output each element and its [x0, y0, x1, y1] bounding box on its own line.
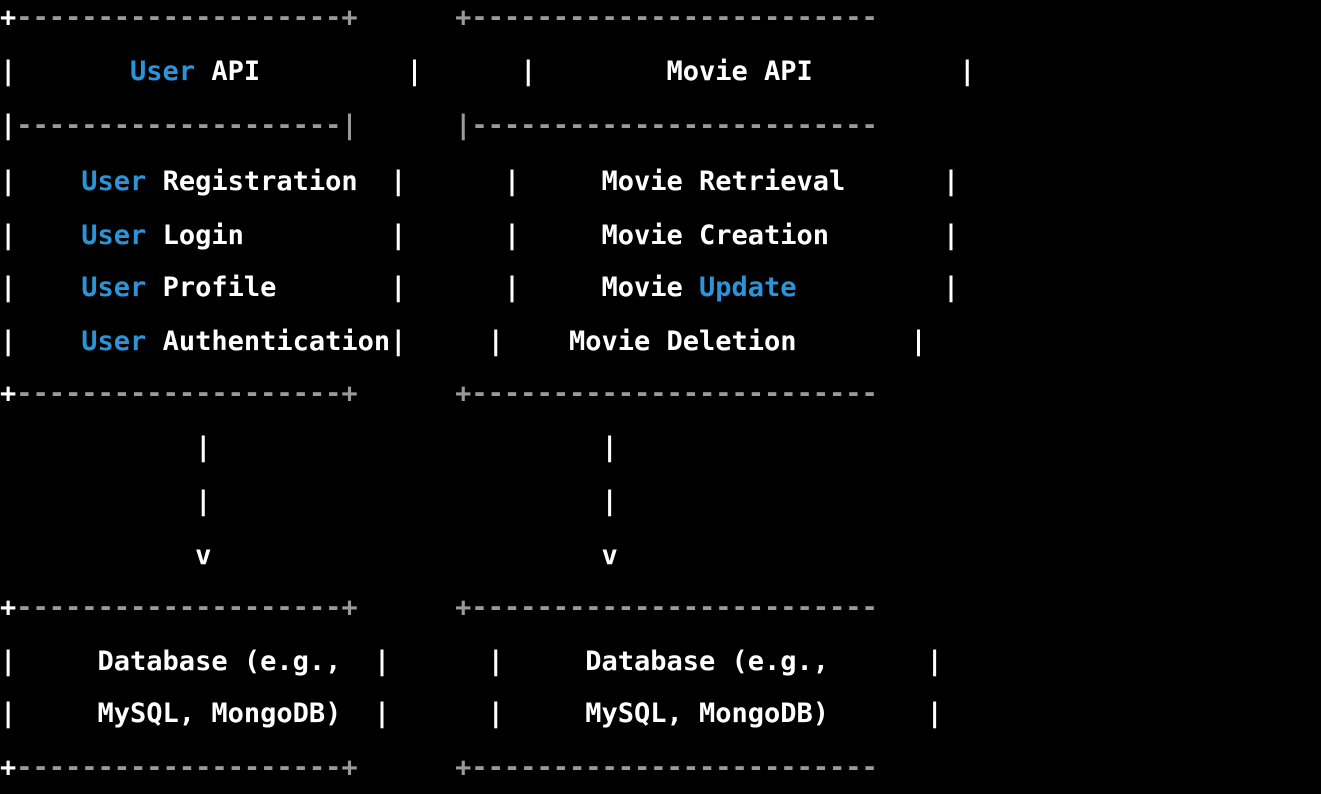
diagram-text-segment: User [81, 326, 147, 357]
diagram-text-segment: User [81, 220, 147, 251]
diagram-text-segment: --------------------+ +-----------------… [16, 592, 878, 623]
diagram-text-segment: --------------------+ +-----------------… [16, 2, 878, 33]
database-label-row-2: | MySQL, MongoDB) | | MySQL, MongoDB) | [0, 688, 943, 740]
feature-row-profile-update: | User Profile | | Movie Update | [0, 262, 959, 314]
diagram-text-segment: Update [699, 272, 797, 303]
diagram-text-segment: User [81, 272, 147, 303]
diagram-text-segment: + [0, 592, 17, 623]
diagram-text-segment: User [81, 166, 147, 197]
database-box-top-border: +--------------------+ +----------------… [0, 582, 878, 634]
api-title-separator: |--------------------| |----------------… [0, 100, 878, 152]
user-api-box-top-border: +--------------------+ +----------------… [0, 0, 878, 44]
diagram-text-segment: | [0, 326, 82, 357]
diagram-text-segment: | Database (e.g., | | Database (e.g., | [0, 646, 943, 677]
diagram-text-segment: | | [0, 486, 618, 517]
database-box-bottom-border: +--------------------+ +----------------… [0, 742, 878, 794]
diagram-text-segment: Registration | | Movie Retrieval | [146, 166, 960, 197]
feature-row-login-creation: | User Login | | Movie Creation | [0, 210, 959, 262]
diagram-text-segment: Profile | | Movie [146, 272, 699, 303]
diagram-text-segment: + [0, 378, 17, 409]
diagram-text-segment: | [0, 166, 82, 197]
diagram-text-segment: | MySQL, MongoDB) | | MySQL, MongoDB) | [0, 698, 943, 729]
database-label-row-1: | Database (e.g., | | Database (e.g., | [0, 636, 943, 688]
diagram-text-segment: --------------------+ +-----------------… [16, 752, 878, 783]
api-title-row: | User API | | Movie API | [0, 46, 975, 98]
diagram-text-segment: + [0, 2, 17, 33]
diagram-text-segment: + [0, 752, 17, 783]
diagram-text-segment: | [0, 272, 82, 303]
diagram-text-segment: --------------------+ +-----------------… [16, 378, 878, 409]
ascii-architecture-diagram: +--------------------+ +----------------… [0, 0, 1321, 783]
diagram-text-segment: | | [0, 432, 618, 463]
feature-row-authentication-deletion: | User Authentication| | Movie Deletion … [0, 316, 927, 368]
diagram-text-segment: Login | | Movie Creation | [146, 220, 960, 251]
diagram-text-segment: | [0, 220, 82, 251]
diagram-text-segment: | [0, 56, 131, 87]
diagram-text-segment: | [796, 272, 960, 303]
api-box-bottom-border: +--------------------+ +----------------… [0, 368, 878, 420]
connector-arrow-line-2: | | [0, 476, 618, 528]
diagram-text-segment: User [130, 56, 196, 87]
diagram-text-segment: --------------------| |-----------------… [16, 110, 878, 141]
connector-arrow-line-1: | | [0, 422, 618, 474]
diagram-text-segment: Authentication| | Movie Deletion | [146, 326, 927, 357]
diagram-text-segment: | [0, 110, 17, 141]
diagram-text-segment: v v [0, 540, 618, 571]
diagram-text-segment: API | | Movie API | [195, 56, 976, 87]
feature-row-registration-retrieval: | User Registration | | Movie Retrieval … [0, 156, 959, 208]
connector-arrow-head: v v [0, 530, 618, 582]
